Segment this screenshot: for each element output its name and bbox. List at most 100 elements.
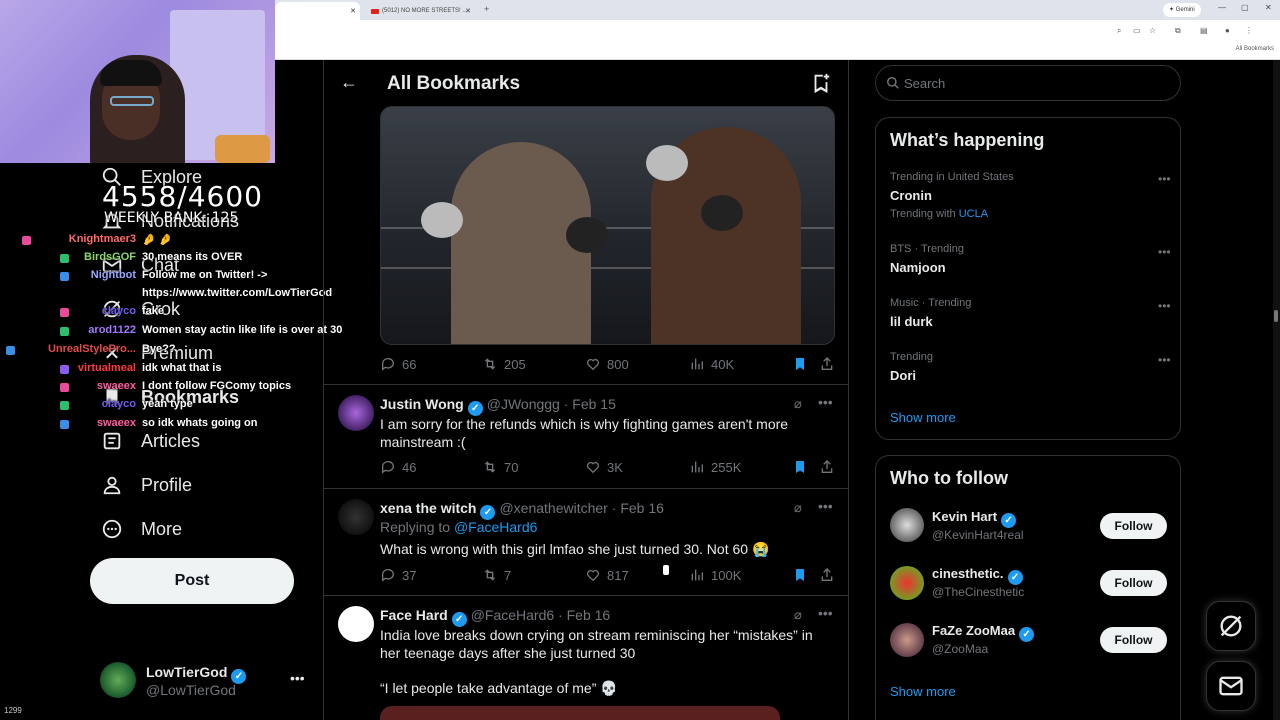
trend-meta: Trending	[890, 351, 934, 363]
menu-icon[interactable]: ⋮	[1245, 26, 1253, 35]
more-dots-icon[interactable]: •••	[1158, 353, 1171, 367]
like-button[interactable]: 800	[585, 356, 629, 372]
account-switcher[interactable]: LowTierGod ✓ @LowTierGod •••	[100, 660, 310, 700]
browser-tab-youtube[interactable]: (5012) NO MORE STREETS! ... ✕	[365, 2, 475, 20]
show-more-link[interactable]: Show more	[890, 410, 956, 425]
reply-button[interactable]: 66	[380, 356, 416, 372]
avatar[interactable]	[890, 623, 924, 657]
chat-message: arod1122 Women stay actin like life is ov…	[0, 324, 360, 340]
close-tab-icon[interactable]: ✕	[350, 7, 356, 15]
bookmarked-icon[interactable]	[792, 459, 808, 478]
search-input[interactable]: Search	[875, 65, 1181, 101]
bookmarked-icon[interactable]	[792, 356, 808, 375]
like-button[interactable]: 817	[585, 567, 629, 583]
follow-button[interactable]: Follow	[1100, 627, 1167, 653]
trend-related-link[interactable]: UCLA	[959, 208, 988, 220]
grok-icon[interactable]: ⌀	[794, 500, 802, 516]
views-button[interactable]: 40K	[689, 356, 734, 372]
grok-fab[interactable]	[1206, 601, 1256, 651]
tweet-media-image[interactable]	[380, 106, 835, 345]
scrollbar-thumb[interactable]	[1274, 310, 1278, 322]
follow-suggestion-name[interactable]: cinesthetic. ✓	[932, 566, 1027, 585]
tweet-author[interactable]: Face Hard ✓ @FaceHard6 · Feb 16	[380, 607, 610, 627]
maximize-icon[interactable]: ▢	[1241, 3, 1249, 12]
minimize-icon[interactable]: —	[1218, 3, 1226, 12]
more-dots-icon[interactable]: •••	[818, 394, 833, 410]
trend-meta: BTS · Trending	[890, 243, 964, 255]
viewer-count: 1299	[4, 706, 22, 715]
post-button[interactable]: Post	[90, 558, 294, 604]
address-bar[interactable]: ⌕ ▭ ☆ ⧉ ▤ ● ⋮	[275, 20, 1280, 42]
share-icon[interactable]	[819, 567, 835, 586]
tweet[interactable]: Justin Wong ✓ @JWonggg · Feb 15 ⌀ ••• I am…	[324, 385, 848, 488]
retweet-button[interactable]: 7	[482, 567, 511, 583]
cast-icon[interactable]: ▭	[1133, 26, 1141, 35]
messages-fab[interactable]	[1206, 661, 1256, 711]
all-bookmarks-link[interactable]: All Bookmarks	[1236, 46, 1274, 52]
more-dots-icon[interactable]: •••	[818, 498, 833, 514]
bookmarked-icon[interactable]	[792, 567, 808, 586]
chat-message: clayco fake	[0, 305, 360, 321]
trend-topic[interactable]: Cronin	[890, 188, 932, 203]
follow-suggestion-handle: @KevinHart4real	[932, 528, 1024, 542]
browser-tab-active[interactable]: ✕	[275, 2, 360, 20]
tweet-media-image[interactable]	[380, 706, 780, 720]
tweet[interactable]: xena the witch ✓ @xenathewitcher · Feb 16 …	[324, 489, 848, 595]
follow-button[interactable]: Follow	[1100, 513, 1167, 539]
like-button[interactable]: 3K	[585, 459, 623, 475]
profile-icon[interactable]: ●	[1225, 26, 1230, 35]
follow-button[interactable]: Follow	[1100, 570, 1167, 596]
share-icon[interactable]	[819, 356, 835, 375]
grok-icon[interactable]: ⌀	[794, 396, 802, 412]
more-dots-icon[interactable]: •••	[290, 670, 305, 686]
boxing-glove	[646, 145, 688, 181]
close-window-icon[interactable]: ✕	[1265, 3, 1272, 12]
trend-topic[interactable]: Dori	[890, 368, 916, 383]
trend-topic[interactable]: Namjoon	[890, 260, 946, 275]
follow-suggestion-name[interactable]: Kevin Hart ✓	[932, 509, 1020, 528]
chat-message: clayco yeah type	[0, 398, 360, 414]
share-icon[interactable]	[819, 459, 835, 478]
tweet-author[interactable]: xena the witch ✓ @xenathewitcher · Feb 16	[380, 500, 664, 520]
show-more-link[interactable]: Show more	[890, 684, 956, 699]
scrollbar[interactable]	[1273, 60, 1280, 720]
extensions-icon[interactable]: ⧉	[1175, 26, 1181, 36]
tweet[interactable]: Face Hard ✓ @FaceHard6 · Feb 16 ⌀ ••• Indi…	[324, 596, 848, 720]
retweet-button[interactable]: 205	[482, 356, 526, 372]
more-dots-icon[interactable]: •••	[1158, 299, 1171, 313]
more-dots-icon[interactable]: •••	[1158, 172, 1171, 186]
verified-icon: ✓	[1001, 513, 1017, 528]
avatar[interactable]	[338, 606, 374, 642]
trend-topic[interactable]: lil durk	[890, 314, 933, 329]
follow-suggestion-name[interactable]: FaZe ZooMaa ✓	[932, 623, 1038, 642]
avatar[interactable]	[890, 566, 924, 600]
grok-icon[interactable]: ⌀	[794, 607, 802, 623]
more-dots-icon[interactable]: •••	[818, 605, 833, 621]
views-button[interactable]: 100K	[689, 567, 741, 583]
views-button[interactable]: 255K	[689, 459, 741, 475]
nav-more[interactable]: More	[100, 514, 182, 544]
tweet-author[interactable]: Justin Wong ✓ @JWonggg · Feb 15	[380, 396, 616, 416]
reply-button[interactable]: 37	[380, 567, 416, 583]
avatar[interactable]	[890, 508, 924, 542]
star-icon[interactable]: ☆	[1149, 26, 1156, 35]
reply-button[interactable]: 46	[380, 459, 416, 475]
reply-to-link[interactable]: @FaceHard6	[454, 519, 537, 535]
verified-icon: ✓	[451, 612, 467, 627]
follow-suggestion-handle: @TheCinesthetic	[932, 585, 1025, 599]
sidebar-icon[interactable]: ▤	[1200, 26, 1208, 35]
avatar[interactable]	[338, 499, 374, 535]
chat-message: UnrealStylePro... Bye??	[0, 343, 360, 359]
chat-badge-icon	[60, 272, 69, 281]
more-dots-icon[interactable]: •••	[1158, 245, 1171, 259]
new-tab-button[interactable]: +	[484, 4, 489, 14]
weekly-bank: WEEKLY BANK: 125	[104, 210, 239, 226]
avatar[interactable]	[338, 395, 374, 431]
zoom-icon[interactable]: ⌕	[1117, 26, 1121, 36]
close-tab-icon[interactable]: ✕	[465, 7, 471, 15]
back-arrow-icon[interactable]: ←	[340, 72, 358, 93]
gemini-button[interactable]: ✦ Gemini	[1163, 3, 1201, 17]
retweet-button[interactable]: 70	[482, 459, 518, 475]
bookmark-folder-icon[interactable]	[810, 72, 832, 94]
nav-profile[interactable]: Profile	[100, 470, 192, 500]
